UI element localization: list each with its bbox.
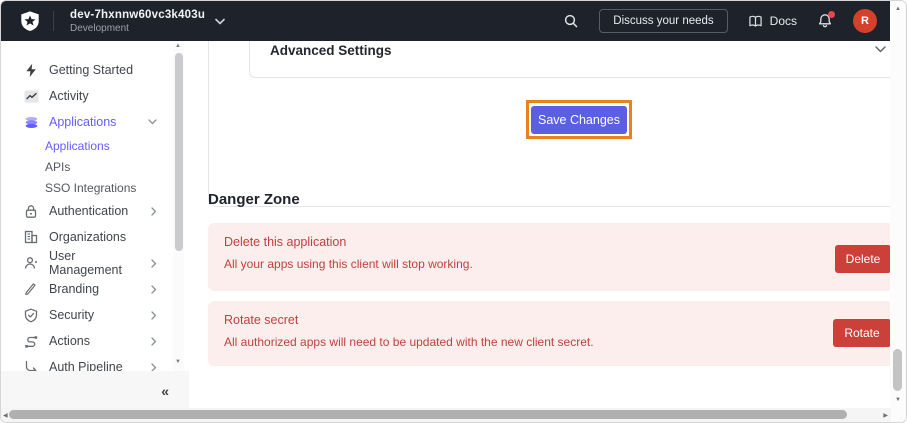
sidebar-item-label: APIs	[45, 160, 70, 174]
settings-card: Advanced Settings Save Changes	[208, 41, 891, 207]
sidebar-subitem-apis[interactable]: APIs	[1, 156, 189, 177]
activity-chart-icon	[23, 88, 39, 104]
advanced-settings-accordion[interactable]: Advanced Settings	[249, 41, 891, 78]
chevron-down-icon	[875, 46, 886, 53]
horizontal-scrollbar[interactable]: ◀ ▶	[1, 408, 891, 422]
sidebar-item-actions[interactable]: Actions	[1, 328, 189, 354]
sidebar-scroll-up-arrow[interactable]: ▲	[175, 43, 181, 49]
sidebar-item-label: Activity	[49, 89, 89, 103]
flow-icon	[23, 333, 39, 349]
delete-application-card: Delete this application All your apps us…	[208, 223, 891, 291]
sidebar-item-getting-started[interactable]: Getting Started	[1, 57, 189, 83]
chevron-right-icon	[151, 285, 157, 294]
danger-zone-heading: Danger Zone	[208, 191, 300, 208]
scroll-up-arrow[interactable]: ▲	[895, 6, 901, 12]
rotate-button[interactable]: Rotate	[833, 319, 891, 347]
advanced-settings-label: Advanced Settings	[270, 43, 392, 58]
sidebar-item-security[interactable]: Security	[1, 302, 189, 328]
delete-button[interactable]: Delete	[835, 245, 891, 273]
sidebar-item-label: Branding	[49, 282, 99, 296]
topbar-divider	[53, 11, 54, 31]
docs-link[interactable]: Docs	[748, 14, 797, 28]
rotate-secret-description: All authorized apps will need to be upda…	[224, 335, 594, 349]
rotate-secret-title: Rotate secret	[224, 313, 298, 327]
tenant-name: dev-7hxnnw60vc3k403u	[70, 9, 205, 21]
building-icon	[23, 229, 39, 245]
vertical-scrollbar-thumb[interactable]	[893, 349, 902, 391]
rotate-secret-card: Rotate secret All authorized apps will n…	[208, 301, 891, 366]
book-icon	[748, 15, 763, 28]
discuss-your-needs-button[interactable]: Discuss your needs	[599, 9, 727, 33]
app-window: dev-7hxnnw60vc3k403u Development Discuss…	[0, 0, 907, 423]
delete-application-description: All your apps using this client will sto…	[224, 257, 473, 271]
sidebar-scrollbar-thumb[interactable]	[175, 53, 183, 251]
annotation-highlight-box: Save Changes	[526, 100, 632, 139]
auth0-logo-icon[interactable]	[19, 10, 41, 32]
sidebar-collapse-button[interactable]: «	[161, 383, 169, 399]
chevron-right-icon	[151, 311, 157, 320]
sidebar-item-user-management[interactable]: User Management	[1, 250, 189, 276]
docs-label: Docs	[770, 14, 797, 28]
sidebar-item-activity[interactable]: Activity	[1, 83, 189, 109]
scroll-left-arrow[interactable]: ◀	[3, 412, 8, 419]
chevron-down-icon	[215, 18, 225, 25]
tenant-switcher[interactable]: dev-7hxnnw60vc3k403u Development	[70, 9, 225, 34]
avatar[interactable]: R	[853, 9, 877, 33]
sidebar-item-applications[interactable]: Applications	[1, 109, 189, 135]
scroll-down-arrow[interactable]: ▼	[895, 397, 901, 403]
save-changes-button[interactable]: Save Changes	[531, 106, 627, 134]
notifications-bell-icon[interactable]	[817, 13, 833, 30]
chevron-down-icon	[148, 119, 157, 125]
sidebar-item-label: Applications	[49, 115, 116, 129]
tenant-environment: Development	[70, 23, 205, 34]
chevron-right-icon	[151, 337, 157, 346]
search-icon[interactable]	[563, 13, 579, 29]
sidebar-item-authentication[interactable]: Authentication	[1, 198, 189, 224]
chevron-right-icon	[151, 259, 157, 268]
sidebar-item-label: User Management	[49, 249, 151, 277]
sidebar-item-label: Organizations	[49, 230, 126, 244]
sidebar-item-label: Getting Started	[49, 63, 133, 77]
bolt-icon	[23, 62, 39, 78]
sidebar: Getting Started Activity Applications Ap…	[1, 41, 189, 409]
sidebar-item-label: Actions	[49, 334, 90, 348]
chevron-right-icon	[151, 207, 157, 216]
topbar: dev-7hxnnw60vc3k403u Development Discuss…	[1, 1, 891, 41]
sidebar-item-organizations[interactable]: Organizations	[1, 224, 189, 250]
shield-check-icon	[23, 307, 39, 323]
notification-dot	[828, 11, 835, 18]
sidebar-item-label: Authentication	[49, 204, 128, 218]
sidebar-item-branding[interactable]: Branding	[1, 276, 189, 302]
horizontal-scrollbar-thumb[interactable]	[9, 410, 847, 419]
sidebar-item-label: SSO Integrations	[45, 181, 136, 195]
sidebar-subitem-applications[interactable]: Applications	[1, 135, 189, 156]
lock-icon	[23, 203, 39, 219]
main-content: Advanced Settings Save Changes Danger Zo…	[189, 41, 891, 409]
sidebar-subitem-sso-integrations[interactable]: SSO Integrations	[1, 177, 189, 198]
user-icon	[23, 255, 39, 271]
sidebar-item-label: Security	[49, 308, 94, 322]
sidebar-scroll-down-arrow[interactable]: ▼	[175, 359, 181, 365]
sidebar-item-label: Applications	[45, 139, 110, 153]
paintbrush-icon	[23, 281, 39, 297]
vertical-scrollbar[interactable]: ▲ ▼	[890, 1, 906, 422]
scroll-right-arrow[interactable]: ▶	[883, 412, 888, 419]
applications-stack-icon	[23, 114, 39, 130]
delete-application-title: Delete this application	[224, 235, 346, 249]
